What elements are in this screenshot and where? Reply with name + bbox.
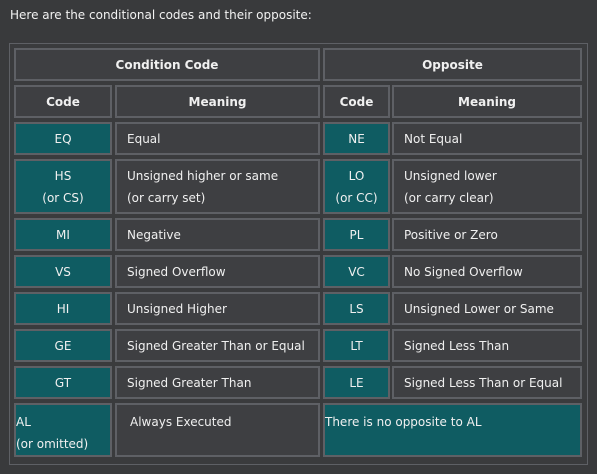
code-text: GE (54, 338, 72, 353)
code-cell-al: AL (or omitted) (14, 403, 112, 457)
no-opposite-text: There is no opposite to AL (325, 415, 482, 429)
meaning-cell: Unsigned Higher (115, 292, 320, 325)
meaning-text: (or carry set) (127, 190, 206, 205)
opposite-meaning-cell: Not Equal (392, 122, 582, 155)
opposite-code-cell: NE (323, 122, 390, 155)
header-meaning: Meaning (115, 85, 320, 118)
opposite-code-text: LO (348, 168, 365, 183)
opposite-code-text: LS (349, 301, 364, 316)
header-opposite-code: Code (323, 85, 390, 118)
opposite-meaning-cell: Positive or Zero (392, 218, 582, 251)
opposite-code-cell: LS (323, 292, 390, 325)
meaning-cell: Equal (115, 122, 320, 155)
code-al: AL (16, 415, 31, 429)
opposite-meaning-text: Unsigned Lower or Same (404, 301, 554, 316)
opposite-meaning-text: Unsigned lower (404, 168, 497, 183)
code-al-alt: (or omitted) (16, 437, 89, 451)
opposite-meaning-cell: Signed Less Than (392, 329, 582, 362)
code-cell: GT (14, 366, 112, 399)
header-code: Code (14, 85, 112, 118)
opposite-meaning-cell: No Signed Overflow (392, 255, 582, 288)
no-opposite-cell: There is no opposite to AL (323, 403, 582, 457)
opposite-code-text: (or CC) (335, 190, 378, 205)
meaning-cell: Signed Greater Than or Equal (115, 329, 320, 362)
opposite-meaning-text: Positive or Zero (404, 227, 498, 242)
meaning-text: Signed Greater Than or Equal (127, 338, 305, 353)
opposite-meaning-text: Signed Less Than (404, 338, 510, 353)
opposite-meaning-text: Not Equal (404, 131, 463, 146)
code-text: GT (54, 375, 72, 390)
meaning-text: Negative (127, 227, 181, 242)
intro-text: Here are the conditional codes and their… (10, 8, 312, 22)
code-cell: EQ (14, 122, 112, 155)
opposite-meaning-cell: Unsigned lower (or carry clear) (392, 159, 582, 214)
opposite-meaning-cell: Unsigned Lower or Same (392, 292, 582, 325)
code-cell: HS (or CS) (14, 159, 112, 214)
code-text: EQ (54, 131, 72, 146)
code-cell: HI (14, 292, 112, 325)
meaning-text: Equal (127, 131, 161, 146)
meaning-al: Always Executed (130, 415, 232, 429)
opposite-code-text: VC (348, 264, 365, 279)
opposite-code-cell: LE (323, 366, 390, 399)
code-text: HS (54, 168, 72, 183)
opposite-meaning-cell: Signed Less Than or Equal (392, 366, 582, 399)
header-opposite: Opposite (323, 48, 582, 81)
opposite-code-cell: VC (323, 255, 390, 288)
meaning-cell: Negative (115, 218, 320, 251)
code-text: HI (56, 301, 70, 316)
meaning-cell: Signed Overflow (115, 255, 320, 288)
header-opposite-meaning: Meaning (392, 85, 582, 118)
opposite-meaning-text: No Signed Overflow (404, 264, 523, 279)
opposite-code-cell: PL (323, 218, 390, 251)
opposite-code-text: NE (348, 131, 365, 146)
meaning-text: Signed Greater Than (127, 375, 252, 390)
meaning-text: Signed Overflow (127, 264, 226, 279)
opposite-code-text: LE (349, 375, 364, 390)
code-text: MI (56, 227, 70, 242)
code-text: (or CS) (42, 190, 84, 205)
opposite-code-cell: LT (323, 329, 390, 362)
meaning-cell: Signed Greater Than (115, 366, 320, 399)
opposite-code-cell: LO (or CC) (323, 159, 390, 214)
code-cell: GE (14, 329, 112, 362)
meaning-text: Unsigned higher or same (127, 168, 279, 183)
meaning-cell: Unsigned higher or same (or carry set) (115, 159, 320, 214)
meaning-text: Unsigned Higher (127, 301, 227, 316)
opposite-code-text: PL (349, 227, 364, 242)
meaning-cell-al: Always Executed (115, 403, 320, 457)
code-cell: MI (14, 218, 112, 251)
code-cell: VS (14, 255, 112, 288)
opposite-code-text: LT (350, 338, 363, 353)
opposite-meaning-text: Signed Less Than or Equal (404, 375, 563, 390)
code-text: VS (55, 264, 71, 279)
header-condition-code: Condition Code (14, 48, 320, 81)
condition-codes-table: Condition Code Opposite Code Meaning Cod… (9, 43, 588, 465)
opposite-meaning-text: (or carry clear) (404, 190, 494, 205)
